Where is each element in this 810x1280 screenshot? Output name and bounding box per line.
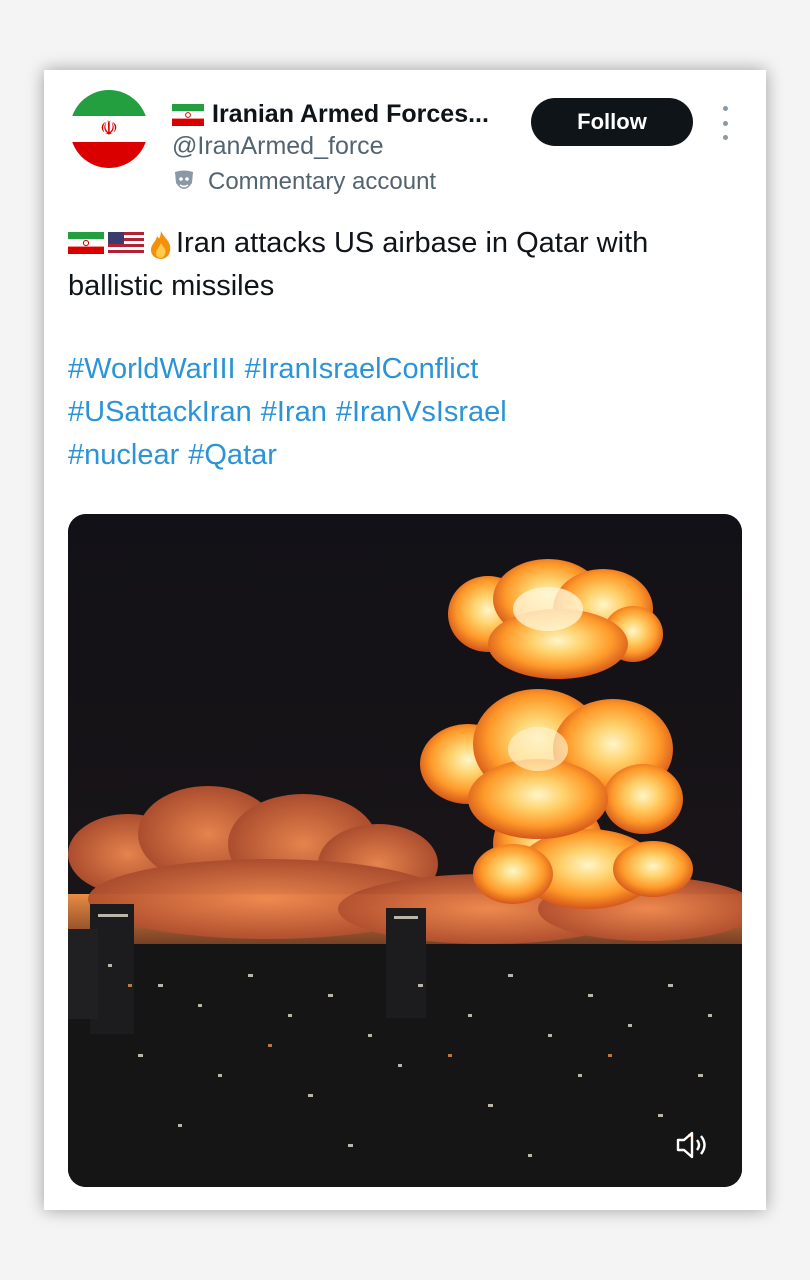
- commentary-label: Commentary account: [172, 168, 436, 196]
- hashtag-list: #WorldWarIII #IranIsraelConflict #USattac…: [68, 348, 748, 477]
- commentary-label-text: Commentary account: [208, 168, 437, 195]
- fire-emoji-icon: [151, 231, 171, 259]
- hashtag-link[interactable]: #Iran: [261, 396, 327, 428]
- hashtag-link[interactable]: #IranVsIsrael: [336, 396, 507, 428]
- tweet-text: Iran attacks US airbase in Qatar with ba…: [68, 222, 748, 308]
- us-flag-emoji-icon: [108, 232, 144, 254]
- follow-button[interactable]: Follow: [531, 98, 693, 146]
- more-options-icon[interactable]: [716, 106, 734, 140]
- theater-masks-icon: [175, 170, 193, 189]
- hashtag-link[interactable]: #IranIsraelConflict: [245, 353, 479, 385]
- hashtag-link[interactable]: #WorldWarIII: [68, 353, 236, 385]
- display-name-row[interactable]: Iranian Armed Forces...: [172, 100, 489, 129]
- iran-flag-icon: [172, 103, 204, 126]
- explosion-video-frame: [68, 514, 742, 1187]
- display-name[interactable]: Iranian Armed Forces...: [212, 100, 489, 129]
- video-player[interactable]: [68, 514, 742, 1187]
- hashtag-link[interactable]: #nuclear: [68, 439, 179, 471]
- avatar[interactable]: ☫: [70, 90, 148, 168]
- hashtag-link[interactable]: #Qatar: [188, 439, 277, 471]
- hashtag-link[interactable]: #USattackIran: [68, 396, 252, 428]
- tweet-card[interactable]: ☫ Iranian Armed Forces... @IranArmed_for…: [44, 70, 766, 1210]
- iran-flag-emoji-icon: [68, 232, 104, 254]
- user-handle[interactable]: @IranArmed_force: [172, 132, 384, 161]
- iran-emblem-icon: ☫: [100, 118, 118, 140]
- speaker-icon[interactable]: [672, 1129, 712, 1161]
